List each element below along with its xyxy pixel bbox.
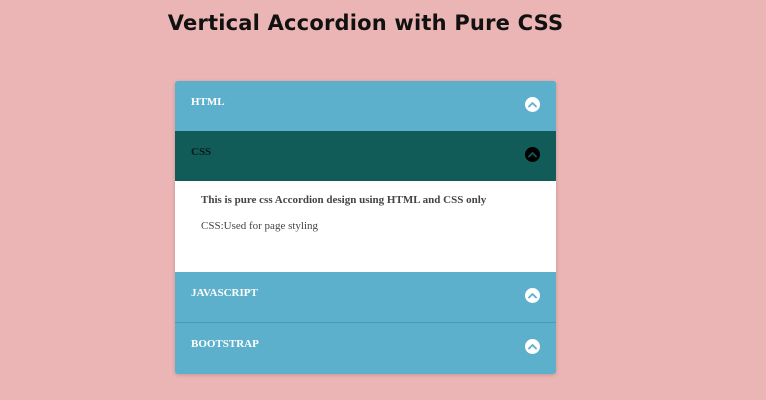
chevron-up-icon[interactable] bbox=[525, 339, 540, 354]
accordion-item-html[interactable]: HTML bbox=[175, 81, 556, 131]
panel-text: CSS:Used for page styling bbox=[201, 220, 319, 232]
accordion-item-css[interactable]: CSS bbox=[175, 131, 556, 181]
chevron-up-icon[interactable] bbox=[525, 288, 540, 303]
accordion-item-label: JAVASCRIPT bbox=[191, 287, 258, 299]
accordion-item-javascript[interactable]: JAVASCRIPT bbox=[175, 272, 556, 322]
accordion-item-bootstrap[interactable]: BOOTSTRAP bbox=[175, 322, 556, 372]
accordion-item-label: CSS bbox=[191, 146, 212, 158]
chevron-up-icon[interactable] bbox=[525, 147, 540, 162]
panel-heading: This is pure css Accordion design using … bbox=[201, 194, 487, 206]
accordion-panel-css: This is pure css Accordion design using … bbox=[175, 181, 556, 272]
accordion-item-label: HTML bbox=[191, 96, 225, 108]
accordion: HTML CSS This is pure css Accordion desi… bbox=[175, 81, 556, 374]
page-title: Vertical Accordion with Pure CSS bbox=[167, 11, 564, 35]
chevron-up-icon[interactable] bbox=[525, 97, 540, 112]
accordion-item-label: BOOTSTRAP bbox=[191, 338, 259, 350]
